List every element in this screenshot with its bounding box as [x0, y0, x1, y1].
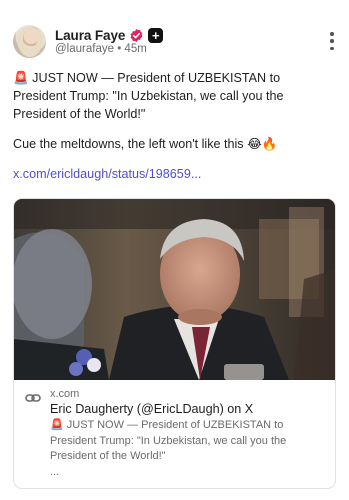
- author-handle-line: @laurafaye • 45m: [55, 43, 147, 55]
- verified-badge-icon: [130, 28, 143, 42]
- more-options-icon[interactable]: [328, 32, 336, 50]
- plus-badge-icon: +: [148, 27, 164, 43]
- author-line: Laura Faye +: [55, 26, 164, 44]
- preview-ellipsis: ...: [50, 465, 60, 478]
- post-text-line2: Cue the meltdowns, the left won't like t…: [13, 137, 278, 151]
- avatar[interactable]: [13, 25, 46, 58]
- preview-meta: x.com Eric Daugherty (@EricLDaugh) on X …: [14, 380, 335, 488]
- post-text-line1: 🚨 JUST NOW — President of UZBEKISTAN to …: [13, 71, 284, 121]
- post-card: Laura Faye + @laurafaye • 45m 🚨 JUST NOW…: [0, 0, 349, 500]
- preview-image: [14, 199, 335, 380]
- post-link[interactable]: x.com/ericldaugh/status/198659...: [13, 167, 201, 181]
- post-header: Laura Faye + @laurafaye • 45m: [13, 24, 336, 60]
- author-handle[interactable]: @laurafaye: [55, 43, 114, 55]
- separator-dot: •: [117, 43, 122, 55]
- link-preview-card[interactable]: x.com Eric Daugherty (@EricLDaugh) on X …: [13, 198, 336, 489]
- author-name[interactable]: Laura Faye: [55, 28, 125, 43]
- preview-description: 🚨 JUST NOW — President of UZBEKISTAN to …: [50, 419, 287, 462]
- preview-title[interactable]: Eric Daugherty (@EricLDaugh) on X: [50, 401, 325, 417]
- post-time[interactable]: 45m: [124, 43, 146, 55]
- preview-domain: x.com: [50, 388, 80, 400]
